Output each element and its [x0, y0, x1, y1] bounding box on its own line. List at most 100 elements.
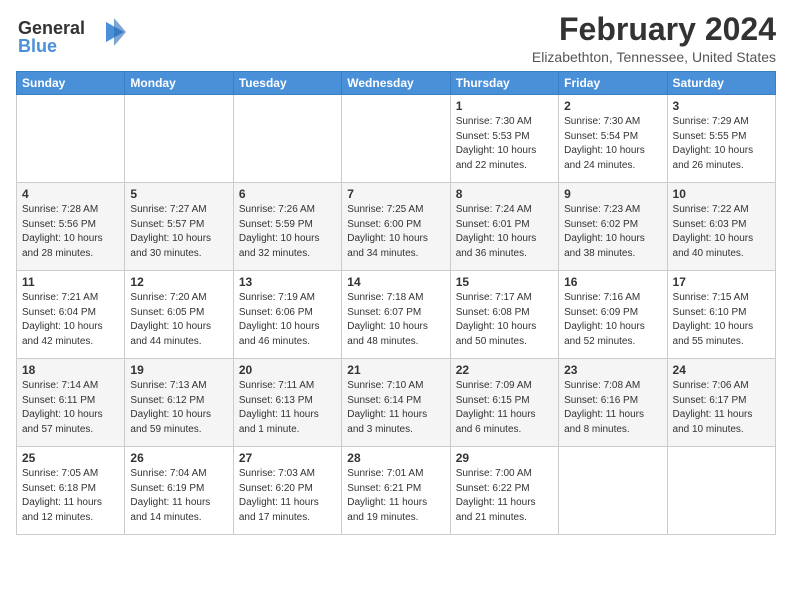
- day-num-1-6: 10: [673, 187, 770, 201]
- week-row-4: 25Sunrise: 7:05 AM Sunset: 6:18 PM Dayli…: [17, 447, 776, 535]
- day-info-2-4: Sunrise: 7:17 AM Sunset: 6:08 PM Dayligh…: [456, 291, 553, 349]
- cell-1-3: 7 Sunrise: 7:25 AM Sunset: 6:00 PM Daylig…: [342, 183, 450, 271]
- day-info-0-5: Sunrise: 7:30 AM Sunset: 5:54 PM Dayligh…: [564, 115, 661, 173]
- day-info-1-6: Sunrise: 7:22 AM Sunset: 6:03 PM Dayligh…: [673, 203, 770, 261]
- day-num-2-5: 16: [564, 275, 661, 289]
- week-row-1: 4 Sunrise: 7:28 AM Sunset: 5:56 PM Daylig…: [17, 183, 776, 271]
- header-sunday: Sunday: [17, 72, 125, 95]
- cell-1-1: 5 Sunrise: 7:27 AM Sunset: 5:57 PM Daylig…: [125, 183, 233, 271]
- day-info-3-2: Sunrise: 7:11 AM Sunset: 6:13 PM Dayligh…: [239, 379, 336, 437]
- cell-3-3: 21 Sunrise: 7:10 AM Sunset: 6:14 PM Dayli…: [342, 359, 450, 447]
- day-info-2-3: Sunrise: 7:18 AM Sunset: 6:07 PM Dayligh…: [347, 291, 444, 349]
- svg-text:General: General: [18, 18, 85, 38]
- day-num-3-6: 24: [673, 363, 770, 377]
- day-info-1-0: Sunrise: 7:28 AM Sunset: 5:56 PM Dayligh…: [22, 203, 119, 261]
- day-num-0-6: 3: [673, 99, 770, 113]
- cell-4-4: 29Sunrise: 7:00 AM Sunset: 6:22 PM Dayli…: [450, 447, 558, 535]
- calendar-table: Sunday Monday Tuesday Wednesday Thursday…: [16, 71, 776, 535]
- cell-3-0: 18 Sunrise: 7:14 AM Sunset: 6:11 PM Dayli…: [17, 359, 125, 447]
- day-num-1-3: 7: [347, 187, 444, 201]
- cell-0-4: 1 Sunrise: 7:30 AM Sunset: 5:53 PM Daylig…: [450, 95, 558, 183]
- week-row-0: 1 Sunrise: 7:30 AM Sunset: 5:53 PM Daylig…: [17, 95, 776, 183]
- day-num-3-2: 20: [239, 363, 336, 377]
- day-num-1-1: 5: [130, 187, 227, 201]
- day-num-4-4: 29: [456, 451, 553, 465]
- calendar-body: 1 Sunrise: 7:30 AM Sunset: 5:53 PM Daylig…: [17, 95, 776, 535]
- calendar-header: Sunday Monday Tuesday Wednesday Thursday…: [17, 72, 776, 95]
- day-num-2-2: 13: [239, 275, 336, 289]
- cell-0-2: [233, 95, 341, 183]
- day-num-2-1: 12: [130, 275, 227, 289]
- day-info-3-3: Sunrise: 7:10 AM Sunset: 6:14 PM Dayligh…: [347, 379, 444, 437]
- header: General Blue February 2024 Elizabethton,…: [16, 12, 776, 65]
- day-num-4-1: 26: [130, 451, 227, 465]
- day-info-2-2: Sunrise: 7:19 AM Sunset: 6:06 PM Dayligh…: [239, 291, 336, 349]
- cell-4-5: [559, 447, 667, 535]
- day-info-3-0: Sunrise: 7:14 AM Sunset: 6:11 PM Dayligh…: [22, 379, 119, 437]
- cell-0-6: 3 Sunrise: 7:29 AM Sunset: 5:55 PM Daylig…: [667, 95, 775, 183]
- header-thursday: Thursday: [450, 72, 558, 95]
- day-info-0-6: Sunrise: 7:29 AM Sunset: 5:55 PM Dayligh…: [673, 115, 770, 173]
- day-info-0-4: Sunrise: 7:30 AM Sunset: 5:53 PM Dayligh…: [456, 115, 553, 173]
- cell-2-5: 16 Sunrise: 7:16 AM Sunset: 6:09 PM Dayli…: [559, 271, 667, 359]
- cell-0-0: [17, 95, 125, 183]
- day-info-1-2: Sunrise: 7:26 AM Sunset: 5:59 PM Dayligh…: [239, 203, 336, 261]
- cell-2-1: 12 Sunrise: 7:20 AM Sunset: 6:05 PM Dayli…: [125, 271, 233, 359]
- title-block: February 2024 Elizabethton, Tennessee, U…: [532, 12, 776, 65]
- cell-3-6: 24Sunrise: 7:06 AM Sunset: 6:17 PM Dayli…: [667, 359, 775, 447]
- header-friday: Friday: [559, 72, 667, 95]
- day-num-1-5: 9: [564, 187, 661, 201]
- day-num-2-0: 11: [22, 275, 119, 289]
- day-num-3-5: 23: [564, 363, 661, 377]
- header-wednesday: Wednesday: [342, 72, 450, 95]
- day-num-0-4: 1: [456, 99, 553, 113]
- cell-2-0: 11 Sunrise: 7:21 AM Sunset: 6:04 PM Dayli…: [17, 271, 125, 359]
- cell-2-2: 13 Sunrise: 7:19 AM Sunset: 6:06 PM Dayli…: [233, 271, 341, 359]
- day-info-1-1: Sunrise: 7:27 AM Sunset: 5:57 PM Dayligh…: [130, 203, 227, 261]
- cell-2-3: 14Sunrise: 7:18 AM Sunset: 6:07 PM Dayli…: [342, 271, 450, 359]
- cell-1-2: 6Sunrise: 7:26 AM Sunset: 5:59 PM Daylig…: [233, 183, 341, 271]
- day-num-4-3: 28: [347, 451, 444, 465]
- day-info-1-3: Sunrise: 7:25 AM Sunset: 6:00 PM Dayligh…: [347, 203, 444, 261]
- cell-3-2: 20 Sunrise: 7:11 AM Sunset: 6:13 PM Dayli…: [233, 359, 341, 447]
- day-num-0-5: 2: [564, 99, 661, 113]
- cell-1-6: 10 Sunrise: 7:22 AM Sunset: 6:03 PM Dayli…: [667, 183, 775, 271]
- cell-4-0: 25Sunrise: 7:05 AM Sunset: 6:18 PM Dayli…: [17, 447, 125, 535]
- day-num-3-4: 22: [456, 363, 553, 377]
- header-tuesday: Tuesday: [233, 72, 341, 95]
- week-row-3: 18 Sunrise: 7:14 AM Sunset: 6:11 PM Dayli…: [17, 359, 776, 447]
- cell-3-5: 23Sunrise: 7:08 AM Sunset: 6:16 PM Dayli…: [559, 359, 667, 447]
- cell-2-6: 17 Sunrise: 7:15 AM Sunset: 6:10 PM Dayli…: [667, 271, 775, 359]
- day-info-1-5: Sunrise: 7:23 AM Sunset: 6:02 PM Dayligh…: [564, 203, 661, 261]
- day-info-4-2: Sunrise: 7:03 AM Sunset: 6:20 PM Dayligh…: [239, 467, 336, 525]
- cell-0-3: [342, 95, 450, 183]
- cell-4-3: 28Sunrise: 7:01 AM Sunset: 6:21 PM Dayli…: [342, 447, 450, 535]
- day-num-2-6: 17: [673, 275, 770, 289]
- day-info-2-6: Sunrise: 7:15 AM Sunset: 6:10 PM Dayligh…: [673, 291, 770, 349]
- cell-1-0: 4 Sunrise: 7:28 AM Sunset: 5:56 PM Daylig…: [17, 183, 125, 271]
- week-row-2: 11 Sunrise: 7:21 AM Sunset: 6:04 PM Dayli…: [17, 271, 776, 359]
- day-num-1-4: 8: [456, 187, 553, 201]
- day-num-3-0: 18: [22, 363, 119, 377]
- day-num-3-3: 21: [347, 363, 444, 377]
- cell-4-6: [667, 447, 775, 535]
- header-saturday: Saturday: [667, 72, 775, 95]
- day-num-4-0: 25: [22, 451, 119, 465]
- day-info-2-5: Sunrise: 7:16 AM Sunset: 6:09 PM Dayligh…: [564, 291, 661, 349]
- day-num-1-0: 4: [22, 187, 119, 201]
- day-info-2-0: Sunrise: 7:21 AM Sunset: 6:04 PM Dayligh…: [22, 291, 119, 349]
- svg-text:Blue: Blue: [18, 36, 57, 56]
- cell-0-1: [125, 95, 233, 183]
- month-title: February 2024: [532, 12, 776, 47]
- day-info-3-1: Sunrise: 7:13 AM Sunset: 6:12 PM Dayligh…: [130, 379, 227, 437]
- cell-3-1: 19Sunrise: 7:13 AM Sunset: 6:12 PM Dayli…: [125, 359, 233, 447]
- day-info-4-1: Sunrise: 7:04 AM Sunset: 6:19 PM Dayligh…: [130, 467, 227, 525]
- location: Elizabethton, Tennessee, United States: [532, 49, 776, 65]
- page-container: General Blue February 2024 Elizabethton,…: [0, 0, 792, 543]
- header-monday: Monday: [125, 72, 233, 95]
- cell-4-1: 26 Sunrise: 7:04 AM Sunset: 6:19 PM Dayli…: [125, 447, 233, 535]
- cell-4-2: 27Sunrise: 7:03 AM Sunset: 6:20 PM Dayli…: [233, 447, 341, 535]
- day-info-2-1: Sunrise: 7:20 AM Sunset: 6:05 PM Dayligh…: [130, 291, 227, 349]
- logo-icon: General Blue: [16, 12, 126, 56]
- cell-0-5: 2 Sunrise: 7:30 AM Sunset: 5:54 PM Daylig…: [559, 95, 667, 183]
